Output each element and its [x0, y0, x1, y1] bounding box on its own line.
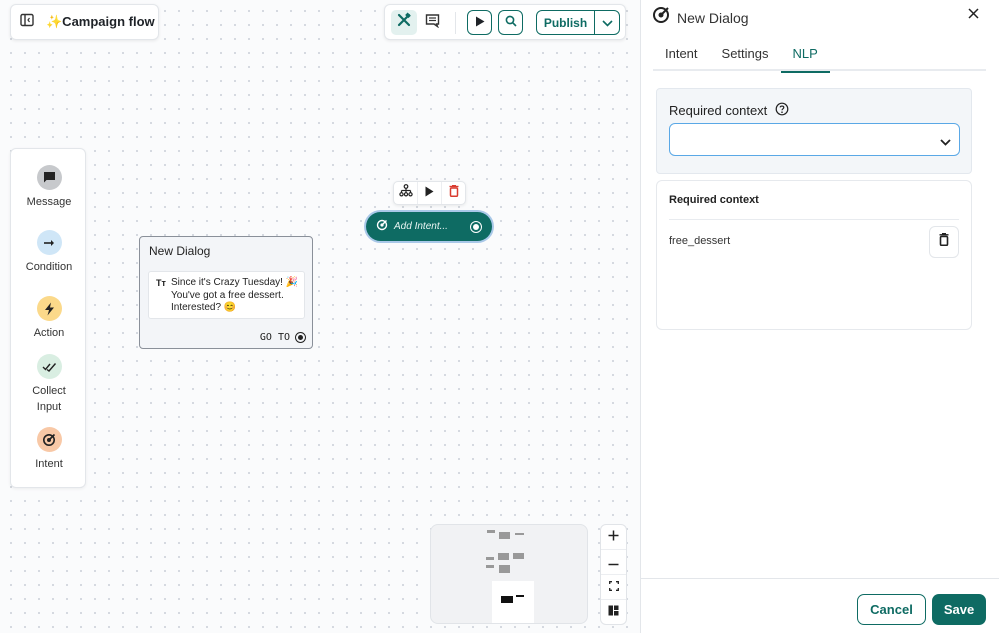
- dialog-node-title: New Dialog: [149, 244, 211, 258]
- zoom-in-button[interactable]: [601, 525, 626, 550]
- minimap-node: [487, 530, 495, 533]
- minimap-node: [499, 532, 510, 539]
- minimap-node: [499, 565, 510, 573]
- required-context-label-text: Required context: [669, 103, 768, 118]
- tab-intent[interactable]: Intent: [653, 40, 710, 71]
- top-toolbar: Publish: [384, 4, 626, 40]
- minimap-viewport[interactable]: [492, 581, 534, 623]
- chevron-down-icon: [940, 133, 951, 151]
- delete-context-button[interactable]: [929, 226, 959, 258]
- palette-label: Message: [26, 196, 72, 208]
- zoom-in-icon: [608, 528, 619, 546]
- chevron-down-icon: [601, 14, 613, 32]
- required-context-list-header: Required context: [669, 194, 759, 206]
- publish-options-button[interactable]: [595, 11, 619, 34]
- panel-title: New Dialog: [677, 9, 749, 26]
- double-check-icon: [36, 354, 62, 379]
- panel-tabs: Intent Settings NLP: [653, 40, 986, 73]
- list-item: free_dessert: [669, 235, 731, 247]
- close-icon: [967, 6, 979, 24]
- goto-connector[interactable]: GO TO: [260, 332, 306, 343]
- zoom-controls: [600, 524, 627, 625]
- minimap-node: [486, 557, 494, 560]
- minimap-node: [513, 553, 524, 559]
- hierarchy-button[interactable]: [394, 182, 418, 204]
- minimap-node: [486, 565, 494, 568]
- palette-label: Collect Input: [32, 385, 66, 413]
- intent-node-label: Add Intent...: [394, 221, 448, 232]
- toolbar-divider: [455, 12, 456, 34]
- trash-icon: [449, 184, 459, 202]
- connector-handle-icon[interactable]: [470, 220, 482, 233]
- publish-split-button: Publish: [536, 10, 620, 35]
- minimap-node: [498, 553, 509, 560]
- required-context-list: Required context free_dessert: [656, 180, 972, 330]
- layout-icon: [608, 603, 619, 621]
- target-icon: [376, 218, 388, 236]
- message-icon: [36, 165, 62, 190]
- connector-handle-icon[interactable]: [295, 332, 306, 343]
- dialog-node[interactable]: New Dialog Tт Since it's Crazy Tuesday! …: [139, 236, 313, 349]
- play-icon: [425, 184, 434, 202]
- play-icon: [475, 14, 485, 32]
- tab-nlp[interactable]: NLP: [780, 40, 831, 73]
- required-context-section: Required context: [656, 88, 972, 174]
- panel-footer: Cancel Save: [641, 578, 999, 633]
- tab-settings[interactable]: Settings: [710, 40, 781, 71]
- flow-canvas[interactable]: ✨Campaign flow Publish Message Condition…: [0, 0, 640, 633]
- minimap[interactable]: [430, 524, 588, 624]
- save-button[interactable]: Save: [932, 594, 986, 625]
- divider: [669, 219, 959, 220]
- trash-icon: [939, 233, 949, 251]
- dialog-settings-panel: New Dialog Intent Settings NLP Required …: [640, 0, 999, 633]
- text-type-icon: Tт: [156, 278, 166, 288]
- node-palette: Message Condition Action Collect Input I…: [10, 148, 86, 488]
- palette-label: Intent: [35, 458, 63, 470]
- comment-button[interactable]: [420, 10, 444, 35]
- fit-view-icon: [608, 578, 619, 596]
- target-icon: [652, 6, 670, 29]
- palette-item-collect-input[interactable]: Collect Input: [11, 354, 87, 415]
- palette-label: Condition: [25, 261, 73, 273]
- palette-item-condition[interactable]: Condition: [11, 230, 87, 275]
- node-action-bar: [393, 181, 466, 205]
- arrow-right-icon: [36, 230, 62, 255]
- publish-button[interactable]: Publish: [537, 11, 595, 34]
- palette-item-message[interactable]: Message: [11, 165, 87, 210]
- run-button[interactable]: [467, 10, 492, 35]
- delete-node-button[interactable]: [442, 182, 465, 204]
- palette-item-intent[interactable]: Intent: [11, 427, 87, 472]
- flow-title-card: ✨Campaign flow: [10, 4, 159, 40]
- cancel-button[interactable]: Cancel: [857, 594, 926, 625]
- required-context-label: Required context: [669, 102, 789, 119]
- palette-item-action[interactable]: Action: [11, 296, 87, 341]
- fit-view-button[interactable]: [601, 575, 626, 600]
- sidebar-toggle-icon[interactable]: [20, 13, 34, 32]
- zoom-out-button[interactable]: [601, 550, 626, 575]
- message-block[interactable]: Tт Since it's Crazy Tuesday! 🎉 You've go…: [148, 271, 305, 319]
- tools-button[interactable]: [391, 10, 417, 35]
- goto-label: GO TO: [259, 332, 290, 343]
- panel-header: New Dialog: [652, 6, 749, 29]
- search-icon: [505, 14, 517, 32]
- intent-node[interactable]: Add Intent...: [366, 212, 492, 241]
- target-icon: [36, 427, 62, 452]
- message-text: Since it's Crazy Tuesday! 🎉 You've got a…: [171, 277, 299, 313]
- comment-icon: [425, 13, 440, 33]
- hierarchy-icon: [398, 184, 413, 202]
- help-icon[interactable]: [775, 102, 789, 119]
- zoom-out-icon: [608, 553, 619, 571]
- search-button[interactable]: [498, 10, 523, 35]
- palette-label: Action: [33, 327, 65, 339]
- layout-button[interactable]: [601, 600, 626, 624]
- flow-title: ✨Campaign flow: [46, 14, 155, 29]
- minimap-node: [515, 533, 524, 535]
- minimap-node: [516, 595, 524, 597]
- minimap-node: [501, 596, 513, 603]
- required-context-select[interactable]: [669, 123, 960, 156]
- close-button[interactable]: [965, 7, 981, 23]
- lightning-icon: [36, 296, 62, 321]
- tools-icon: [396, 12, 412, 33]
- run-node-button[interactable]: [418, 182, 442, 204]
